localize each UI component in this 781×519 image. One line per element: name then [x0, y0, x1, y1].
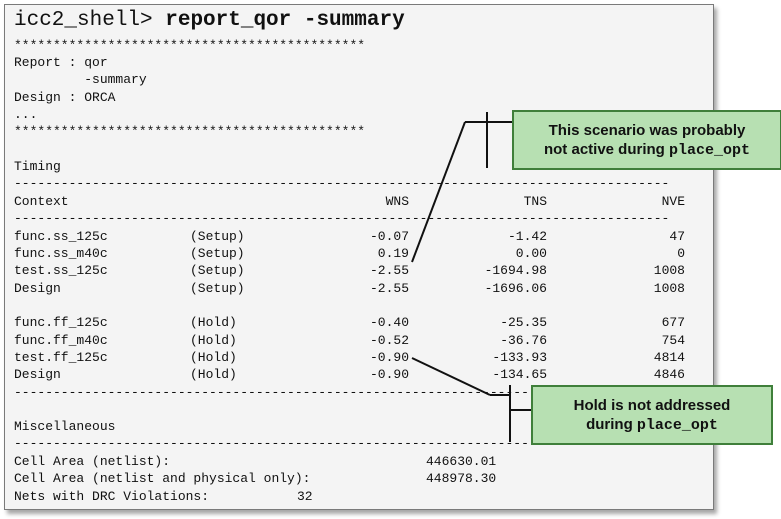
scenario-callout-code: place_opt [669, 141, 751, 159]
hold-callout-line1: Hold is not addressed [573, 396, 731, 414]
hold-callout: Hold is not addressed during place_opt [531, 385, 773, 445]
scenario-callout: This scenario was probably not active du… [512, 110, 781, 170]
hold-callout-line2: during place_opt [533, 415, 771, 435]
scenario-callout-line2: not active during place_opt [514, 140, 780, 160]
scenario-callout-line1: This scenario was probably [548, 121, 746, 139]
scenario-callout-text: not active during [543, 140, 669, 158]
hold-callout-text: during [586, 415, 637, 433]
hold-callout-code: place_opt [636, 416, 718, 434]
